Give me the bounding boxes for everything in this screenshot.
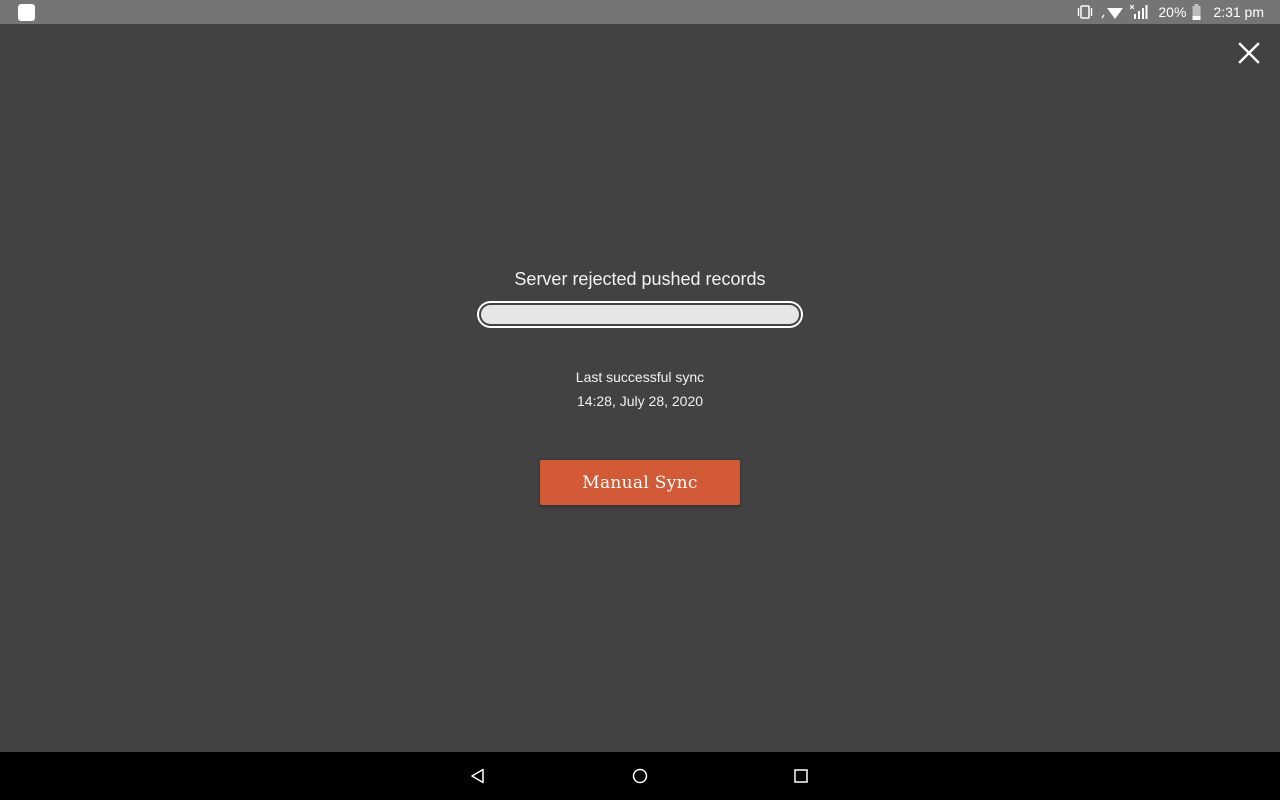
sync-progress-fill <box>481 305 799 324</box>
recents-button[interactable] <box>788 764 814 788</box>
status-bar: 20% 2:31 pm <box>0 0 1280 24</box>
manual-sync-button[interactable]: Manual Sync <box>540 460 740 505</box>
back-icon <box>471 768 484 784</box>
last-sync-time: 14:28, July 28, 2020 <box>576 393 704 409</box>
battery-icon <box>1192 4 1201 20</box>
sync-screen: Server rejected pushed records Last succ… <box>0 24 1280 752</box>
sync-progress-bar <box>477 301 803 328</box>
sync-status-message: Server rejected pushed records <box>514 269 766 289</box>
navigation-bar <box>0 752 1280 800</box>
vibrate-icon <box>1076 4 1094 20</box>
wifi-icon <box>1100 4 1124 20</box>
close-button[interactable] <box>1234 38 1264 68</box>
last-sync-label: Last successful sync <box>575 369 705 385</box>
status-bar-right: 20% 2:31 pm <box>1076 0 1264 24</box>
signal-icon <box>1130 4 1148 20</box>
battery-percent: 20% <box>1158 4 1187 20</box>
home-button[interactable] <box>627 764 653 788</box>
app-notification-icon <box>18 4 35 21</box>
close-icon <box>1238 42 1260 64</box>
recents-icon <box>794 769 808 783</box>
status-clock: 2:31 pm <box>1213 4 1264 20</box>
home-icon <box>632 768 648 784</box>
back-button[interactable] <box>465 764 491 788</box>
